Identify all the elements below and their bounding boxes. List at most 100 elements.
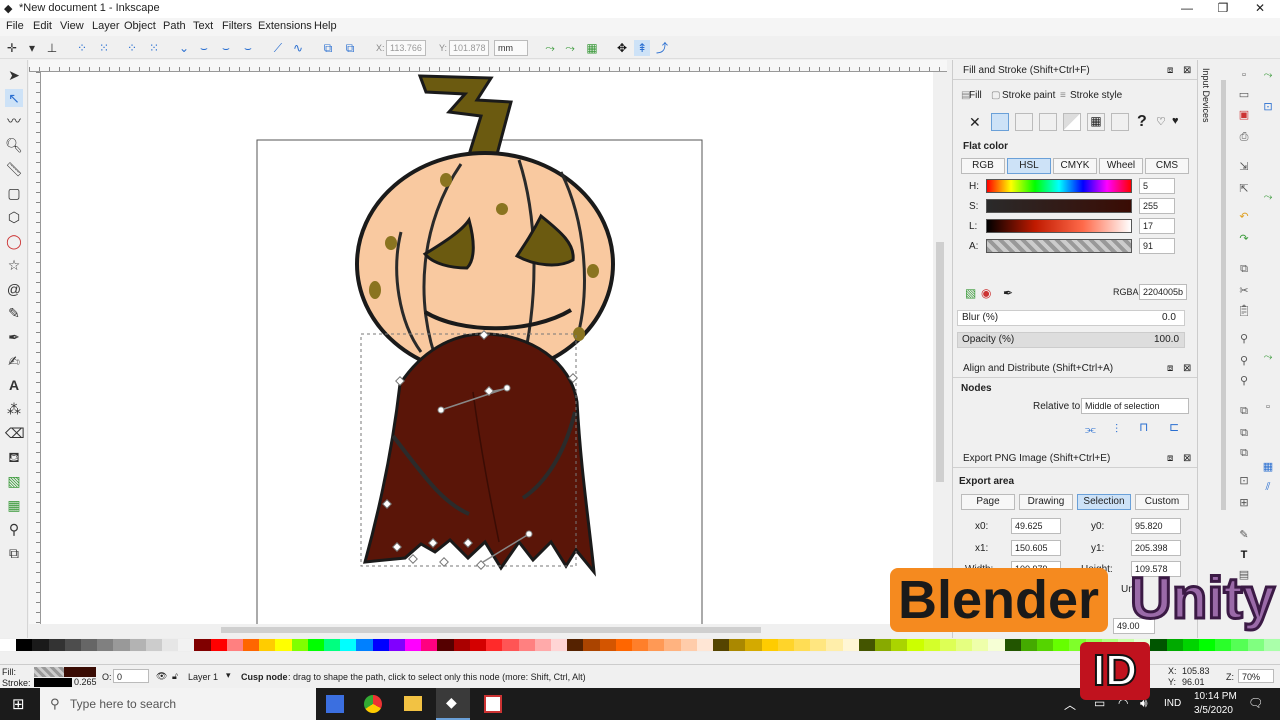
zoom-field[interactable]: 70% — [1238, 669, 1274, 683]
tab-cms[interactable]: CMS — [1145, 158, 1189, 174]
fill-indicator[interactable] — [34, 667, 64, 677]
connector-tool-icon[interactable]: ⧉ — [5, 544, 23, 562]
align-nodes-vertical-icon[interactable]: ⫶ — [1115, 422, 1118, 437]
snap-others-icon[interactable]: ⤳ — [1260, 350, 1276, 364]
palette-swatch[interactable] — [1053, 639, 1070, 651]
gradient-tool-icon[interactable]: ▧ — [5, 472, 23, 490]
align-nodes-horizontal-icon[interactable]: ⫘ — [1085, 422, 1096, 437]
menu-path[interactable]: Path — [163, 20, 186, 32]
palette-swatch[interactable] — [469, 639, 487, 651]
pattern-button[interactable]: ▦ — [1087, 113, 1105, 131]
x1-field[interactable]: 150.605 — [1011, 540, 1061, 556]
blur-slider[interactable]: Blur (%) 0.0 — [957, 310, 1185, 326]
palette-swatch[interactable] — [842, 639, 859, 651]
palette-swatch[interactable] — [16, 639, 33, 651]
palette-swatch[interactable] — [793, 639, 811, 651]
opacity-slider[interactable]: Opacity (%) 100.0 — [957, 332, 1185, 348]
stroke-to-path-icon[interactable]: ⧉ — [342, 40, 358, 56]
mesh-gradient-button[interactable] — [1063, 113, 1081, 131]
tab-rgb[interactable]: RGB — [961, 158, 1005, 174]
drawing-svg[interactable] — [41, 72, 933, 624]
dock-scrollbar[interactable] — [1215, 60, 1232, 638]
text-tool-icon[interactable]: A — [5, 376, 23, 394]
snap-page-icon[interactable]: ▫ — [1260, 400, 1276, 414]
swatch-button[interactable] — [1111, 113, 1129, 131]
smooth-node-icon[interactable]: ⌣ — [196, 40, 212, 56]
palette-swatch[interactable] — [550, 639, 568, 651]
no-paint-icon[interactable]: ✕ — [969, 114, 981, 131]
saturation-value[interactable]: 255 — [1139, 198, 1175, 214]
snap-icon[interactable]: ✥ — [614, 40, 630, 56]
layer-dropdown-icon[interactable]: ▾ — [226, 670, 231, 681]
menu-extensions[interactable]: Extensions — [258, 20, 312, 32]
zoom-selection-icon[interactable]: ⚲ — [1236, 332, 1252, 346]
star-tool-icon[interactable]: ☆ — [5, 256, 23, 274]
node-handle[interactable] — [503, 384, 511, 392]
palette-swatch[interactable] — [1004, 639, 1021, 651]
ungroup-icon[interactable]: ⊞ — [1236, 496, 1252, 510]
group-icon[interactable]: ⊡ — [1236, 474, 1252, 488]
insert-node-icon[interactable]: ✛ — [4, 40, 20, 56]
measure-tool-icon[interactable]: 📏︎ — [5, 160, 23, 178]
palette-swatch[interactable] — [243, 639, 260, 651]
palette-swatch[interactable] — [631, 639, 649, 651]
tweak-tool-icon[interactable]: 〰 — [5, 112, 23, 130]
drawing-canvas[interactable] — [41, 72, 933, 624]
tab-stroke-paint[interactable]: Stroke paint — [1002, 90, 1055, 101]
pencil-tool-icon[interactable]: ✎ — [5, 304, 23, 322]
snap-nodes-icon[interactable]: ⤳ — [1260, 190, 1276, 204]
snap-guide-icon[interactable]: ⫽ — [1260, 480, 1276, 494]
file-explorer-icon[interactable] — [404, 696, 422, 711]
opacity-status-field[interactable]: 0 — [113, 669, 149, 683]
fill-stroke-header[interactable]: Fill and Stroke (Shift+Ctrl+F) ⧈ ⊠ — [953, 62, 1197, 80]
hue-value[interactable]: 5 — [1139, 178, 1175, 194]
menu-filters[interactable]: Filters — [222, 20, 252, 32]
node-handle[interactable] — [525, 530, 533, 538]
fill-indicator-solid[interactable] — [64, 667, 96, 677]
tab-stroke-style[interactable]: Stroke style — [1070, 90, 1122, 101]
linear-gradient-button[interactable] — [1015, 113, 1033, 131]
dock-scroll-thumb[interactable] — [1221, 80, 1226, 510]
palette-swatch[interactable] — [729, 639, 746, 651]
palette-swatch[interactable] — [826, 639, 843, 651]
panel-iconify-icon[interactable]: ⧈ — [1167, 360, 1173, 378]
minimize-icon[interactable]: — — [1177, 1, 1197, 15]
ellipse-tool-icon[interactable]: ◯ — [5, 232, 23, 250]
unset-paint-icon[interactable]: ? — [1137, 113, 1147, 131]
palette-swatch[interactable] — [307, 639, 325, 651]
vertical-scroll-thumb[interactable] — [936, 242, 944, 482]
palette-swatch[interactable] — [486, 639, 503, 651]
palette-swatch[interactable] — [712, 639, 730, 651]
join-nodes-icon[interactable]: ⁘ — [74, 40, 90, 56]
vertical-ruler[interactable] — [29, 72, 41, 624]
palette-swatch[interactable] — [388, 639, 406, 651]
panel-close-icon[interactable]: ⊠ — [1183, 62, 1191, 80]
palette-swatch[interactable] — [291, 639, 308, 651]
palette-swatch[interactable] — [1182, 639, 1200, 651]
menu-file[interactable]: File — [6, 20, 24, 32]
redo-icon[interactable]: ↷ — [1236, 232, 1252, 246]
palette-swatch[interactable] — [226, 639, 244, 651]
palette-swatch[interactable] — [1020, 639, 1037, 651]
export-custom-button[interactable]: Custom — [1135, 494, 1189, 510]
distribute-nodes-horizontal-icon[interactable]: ⊓ — [1139, 420, 1148, 434]
palette-swatch[interactable] — [502, 639, 519, 651]
cut-icon[interactable]: ✂ — [1236, 284, 1252, 298]
paste-icon[interactable]: 📋︎ — [1236, 304, 1252, 318]
palette-swatch[interactable] — [923, 639, 940, 651]
palette-swatch[interactable] — [1247, 639, 1264, 651]
palette-swatch[interactable] — [567, 639, 584, 651]
palette-swatch[interactable] — [907, 639, 924, 651]
eraser-tool-icon[interactable]: ⌫ — [5, 424, 25, 442]
palette-swatch[interactable] — [81, 639, 98, 651]
zoom-page-icon[interactable]: ⚲ — [1236, 374, 1252, 388]
horizontal-scrollbar[interactable] — [41, 624, 933, 636]
windows-start-icon[interactable]: ⊞ — [12, 695, 25, 713]
align-header[interactable]: Align and Distribute (Shift+Ctrl+A) ⧈ ⊠ — [953, 360, 1197, 378]
hue-slider[interactable] — [986, 179, 1132, 193]
palette-swatch[interactable] — [972, 639, 989, 651]
palette-swatch[interactable] — [97, 639, 114, 651]
print-icon[interactable]: ⎙ — [1236, 130, 1252, 144]
palette-swatch[interactable] — [891, 639, 908, 651]
cusp-node-icon[interactable]: ⌄ — [176, 40, 192, 56]
